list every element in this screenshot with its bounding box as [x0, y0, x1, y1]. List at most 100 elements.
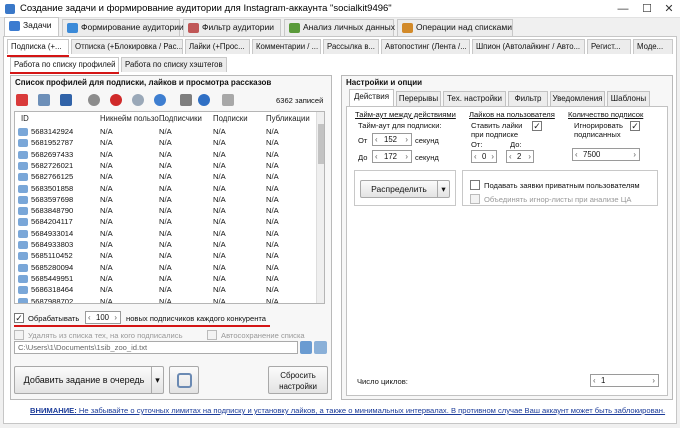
timeout-from-stepper[interactable]: ‹ 152 › [372, 133, 412, 146]
subtab-follow[interactable]: Подписка (+... [7, 39, 69, 54]
subs-limit-stepper[interactable]: ‹ 7500 › [572, 148, 640, 161]
table-row[interactable]: 5683142924 N/A N/A N/A N/A [15, 126, 315, 138]
profile-icon [18, 161, 28, 170]
process-count-stepper[interactable]: ‹ 100 › [85, 311, 121, 324]
reload-path-icon[interactable] [300, 341, 312, 354]
distribute-button[interactable]: Распределить ▾ [360, 180, 450, 198]
cycles-label: Число циклов: [357, 377, 408, 386]
table-cell: N/A [100, 240, 113, 249]
tab-label: Задачи [23, 20, 52, 30]
column-header[interactable]: Публикации [266, 114, 310, 123]
column-header[interactable]: Никнейм пользо... [100, 114, 165, 123]
subtab-autoposting[interactable]: Автопостинг (Лента /... [381, 39, 470, 54]
table-row[interactable]: 5687988702 N/A N/A N/A N/A [15, 296, 315, 304]
browse-icon[interactable] [314, 341, 327, 354]
column-header[interactable]: Подписчики [159, 114, 202, 123]
likes-to-stepper[interactable]: ‹ 2 › [506, 150, 534, 163]
close-button[interactable]: ✕ [662, 2, 676, 16]
add-task-button[interactable]: Добавить задание в очередь ▾ [14, 366, 164, 394]
table-row[interactable]: 5682726021 N/A N/A N/A N/A [15, 160, 315, 172]
schedule-button[interactable] [169, 366, 199, 394]
table-row[interactable]: 5683501858 N/A N/A N/A N/A [15, 183, 315, 195]
table-cell: N/A [100, 127, 113, 136]
subtab-registration[interactable]: Регист... [587, 39, 631, 54]
warning-message: ВНИМАНИЕ: Не забывайте о суточных лимита… [30, 406, 666, 415]
profile-icon [18, 286, 28, 295]
reset-settings-button[interactable]: Сбросить настройки [268, 366, 328, 394]
table-row[interactable]: 5684933014 N/A N/A N/A N/A [15, 228, 315, 240]
table-cell: N/A [266, 228, 279, 238]
refresh-icon[interactable] [132, 94, 144, 106]
table-row[interactable]: 5685280094 N/A N/A N/A N/A [15, 262, 315, 274]
table-row[interactable]: 5685449951 N/A N/A N/A N/A [15, 273, 315, 285]
tab-filter[interactable]: Фильтр [508, 91, 548, 106]
tab-templates[interactable]: Шаблоны [607, 91, 650, 106]
table-row[interactable]: 5681952787 N/A N/A N/A N/A [15, 137, 315, 149]
tab-notifications[interactable]: Уведомления [550, 91, 605, 106]
open-folder-icon[interactable] [38, 94, 50, 106]
tab-audience-formation[interactable]: Формирование аудитории [62, 19, 184, 36]
new-list-icon[interactable] [16, 94, 28, 106]
tab-audience-filter[interactable]: Фильтр аудитории [183, 19, 281, 36]
info-icon[interactable] [198, 94, 210, 106]
profile-icon [18, 184, 28, 193]
table-row[interactable]: 5684933803 N/A N/A N/A N/A [15, 239, 315, 251]
subs-checkbox[interactable]: ✓ [630, 121, 640, 131]
subtab-likes[interactable]: Лайки (+Прос... [185, 39, 250, 54]
column-header[interactable]: ID [21, 114, 29, 123]
tab-actions[interactable]: Действия [349, 89, 394, 107]
autosave-checkbox[interactable] [207, 330, 217, 340]
table-cell: 5682766125 [31, 172, 74, 182]
likes-from-stepper[interactable]: ‹ 0 › [471, 150, 497, 163]
subtab-spy[interactable]: Шпион (Автолайкинг / Авто... [472, 39, 585, 54]
merge-ignore-checkbox[interactable] [470, 194, 480, 204]
process-checkbox[interactable]: ✓ [14, 313, 24, 323]
remove-followed-checkbox[interactable] [14, 330, 24, 340]
subtab-comments[interactable]: Комментарии / ... [252, 39, 321, 54]
tab-hashtag-list[interactable]: Работа по списку хэштегов [121, 57, 227, 72]
private-requests-checkbox[interactable] [470, 180, 480, 190]
tab-tasks[interactable]: Задачи [4, 17, 59, 37]
table-row[interactable]: 5685110452 N/A N/A N/A N/A [15, 250, 315, 262]
table-row[interactable]: 5686318464 N/A N/A N/A N/A [15, 284, 315, 296]
table-row[interactable]: 5684204117 N/A N/A N/A N/A [15, 216, 315, 228]
tab-breaks[interactable]: Перерывы [396, 91, 441, 106]
scroll-thumb[interactable] [318, 124, 324, 164]
tab-profile-list[interactable]: Работа по списку профилей [10, 57, 119, 72]
timeout-from-label: От [358, 136, 368, 145]
tab-list-operations[interactable]: Операции над списками [397, 19, 513, 36]
subtab-mailing[interactable]: Рассылка в... [323, 39, 379, 54]
audience-icon [67, 23, 78, 33]
column-header[interactable]: Подписки [213, 114, 248, 123]
cancel-icon[interactable] [110, 94, 122, 106]
table-cell: N/A [213, 296, 226, 304]
cycles-stepper[interactable]: ‹ 1 › [590, 374, 659, 387]
table-row[interactable]: 5683597698 N/A N/A N/A N/A [15, 194, 315, 206]
table-scrollbar[interactable] [316, 112, 324, 303]
table-cell: N/A [159, 228, 172, 238]
table-row[interactable]: 5682697433 N/A N/A N/A N/A [15, 149, 315, 161]
tab-personal-analysis[interactable]: Анализ личных данных [284, 19, 395, 36]
check-icon[interactable] [88, 94, 100, 106]
table-row[interactable]: 5682766125 N/A N/A N/A N/A [15, 171, 315, 183]
save-icon[interactable] [60, 94, 72, 106]
timeout-to-stepper[interactable]: ‹ 172 › [372, 150, 412, 163]
tab-tech-settings[interactable]: Тех. настройки [443, 91, 506, 106]
subtab-unfollow[interactable]: Отписка (+Блокировка / Рас... [71, 39, 183, 54]
maximize-button[interactable]: ☐ [640, 2, 654, 16]
table-cell: N/A [266, 183, 279, 193]
likes-checkbox[interactable]: ✓ [532, 121, 542, 131]
globe-icon[interactable] [154, 94, 166, 106]
profiles-table[interactable]: ID Никнейм пользо... Подписчики Подписки… [14, 111, 325, 304]
list-path-input[interactable]: C:\Users\1\Documents\1sib_zoo_id.txt [14, 341, 298, 354]
table-cell: N/A [213, 149, 226, 159]
tab-label: Операции над списками [416, 22, 512, 32]
list-icon[interactable] [180, 94, 192, 106]
subtab-moderation[interactable]: Моде... [633, 39, 673, 54]
calendar-clock-icon [177, 373, 192, 388]
likes-title: Лайков на пользователя [469, 110, 555, 119]
settings-tool-icon[interactable] [222, 94, 234, 106]
settings-title: Настройки и опции [346, 78, 423, 87]
table-row[interactable]: 5683848790 N/A N/A N/A N/A [15, 205, 315, 217]
minimize-button[interactable]: — [616, 2, 630, 16]
